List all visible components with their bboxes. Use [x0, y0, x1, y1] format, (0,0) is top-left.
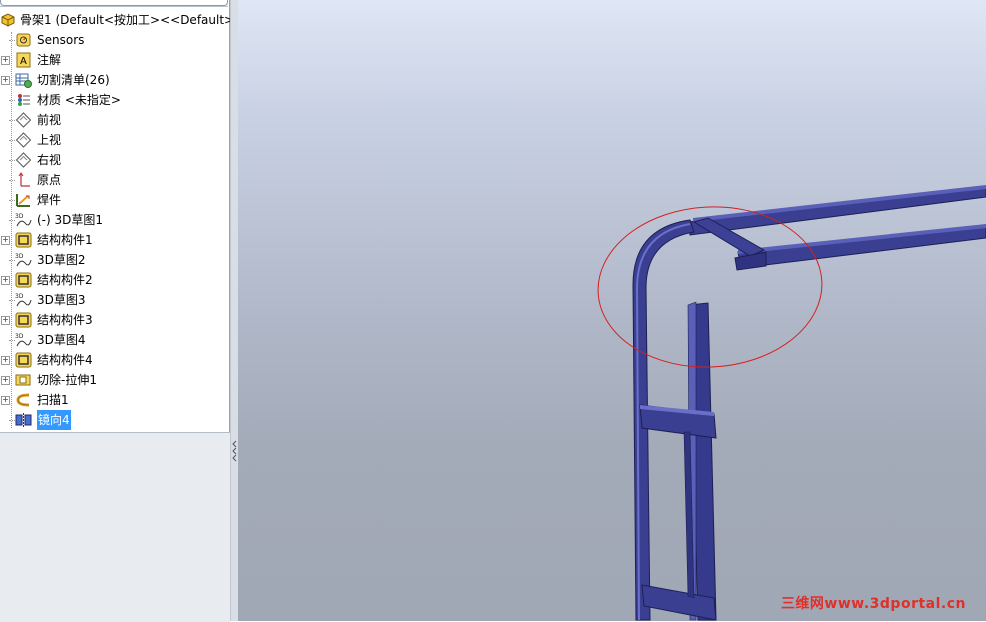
- tree-item[interactable]: + 扫描1: [0, 390, 230, 410]
- watermark-text: 三维网www.3dportal.cn: [780, 596, 966, 612]
- cut-list-icon: [15, 72, 32, 88]
- tree-item-label: 3D草图2: [37, 253, 86, 267]
- tree-item[interactable]: + 切除-拉伸1: [0, 370, 230, 390]
- expand-toggle-icon[interactable]: +: [1, 376, 10, 385]
- sweep-icon: [15, 392, 32, 408]
- sensors-icon: [15, 32, 32, 48]
- origin-icon: [15, 172, 32, 188]
- annotations-icon: A: [15, 52, 32, 68]
- structural-member-icon: [15, 272, 32, 288]
- expand-toggle-icon[interactable]: +: [1, 76, 10, 85]
- expand-toggle-icon[interactable]: +: [1, 56, 10, 65]
- tree-item-label: 材质 <未指定>: [37, 93, 121, 107]
- feature-manager-panel: 骨架1 (Default<按加工><<Default>_ Sensors + A 注解…: [0, 0, 240, 622]
- tree-item-label: 原点: [37, 173, 62, 187]
- tree-item-label: 扫描1: [37, 393, 69, 407]
- tree-item[interactable]: 右视: [0, 150, 230, 170]
- plane-icon: [15, 132, 32, 148]
- 3d-sketch-icon: 3D: [15, 332, 32, 348]
- structural-member-icon: [15, 232, 32, 248]
- tree-item-label: 右视: [37, 153, 62, 167]
- plane-icon: [15, 152, 32, 168]
- tree-item-label: Sensors: [37, 33, 85, 47]
- tree-item[interactable]: 3D (-) 3D草图1: [0, 210, 230, 230]
- tree-item[interactable]: 3D 3D草图4: [0, 330, 230, 350]
- 3d-sketch-icon: 3D: [15, 252, 32, 268]
- tree-item[interactable]: 原点: [0, 170, 230, 190]
- structural-member-icon: [15, 352, 32, 368]
- cut-extrude-icon: [15, 372, 32, 388]
- tree-item[interactable]: + 结构构件4: [0, 350, 230, 370]
- tree-item[interactable]: + 切割清单(26): [0, 70, 230, 90]
- tree-item[interactable]: 3D 3D草图3: [0, 290, 230, 310]
- tree-item[interactable]: 焊件: [0, 190, 230, 210]
- expand-toggle-icon[interactable]: +: [1, 356, 10, 365]
- tree-item-label: 焊件: [37, 193, 62, 207]
- expand-toggle-icon[interactable]: +: [1, 236, 10, 245]
- graphics-area[interactable]: 三维网www.3dportal.cn: [238, 0, 986, 621]
- weldment-icon: [15, 192, 32, 208]
- panel-tab-strip: [0, 0, 228, 7]
- panel-empty-area: [0, 432, 230, 622]
- svg-text:3D: 3D: [15, 333, 24, 340]
- svg-text:3D: 3D: [15, 293, 24, 300]
- tree-item[interactable]: Sensors: [0, 30, 230, 50]
- weldment-frame-model[interactable]: [238, 0, 986, 621]
- expand-toggle-icon[interactable]: +: [1, 276, 10, 285]
- tree-item[interactable]: 镜向4: [0, 410, 230, 430]
- tree-item-label: 结构构件4: [37, 353, 93, 367]
- tree-item[interactable]: + 结构构件2: [0, 270, 230, 290]
- tree-root-label: 骨架1 (Default<按加工><<Default>_: [20, 13, 241, 27]
- tree-item-label: 注解: [37, 53, 62, 67]
- tree-item[interactable]: 上视: [0, 130, 230, 150]
- 3d-sketch-icon: 3D: [15, 292, 32, 308]
- tree-item-label: 结构构件1: [37, 233, 93, 247]
- expand-toggle-icon[interactable]: +: [1, 316, 10, 325]
- 3d-sketch-icon: 3D: [15, 212, 32, 228]
- material-icon: [15, 92, 32, 108]
- mirror-icon: [15, 412, 32, 428]
- tree-item[interactable]: 前视: [0, 110, 230, 130]
- tree-item-label: 镜向4: [37, 410, 71, 430]
- svg-text:A: A: [20, 56, 27, 67]
- tree-item[interactable]: + A 注解: [0, 50, 230, 70]
- tree-item-label: 前视: [37, 113, 62, 127]
- tree-item-label: 切割清单(26): [37, 73, 110, 87]
- structural-member-icon: [15, 312, 32, 328]
- panel-tab[interactable]: [0, 0, 228, 6]
- tree-item-label: 上视: [37, 133, 62, 147]
- tree-root-part[interactable]: 骨架1 (Default<按加工><<Default>_: [0, 10, 240, 30]
- tree-item-label: (-) 3D草图1: [37, 213, 104, 227]
- part-icon: [0, 12, 17, 28]
- tree-item[interactable]: + 结构构件3: [0, 310, 230, 330]
- tree-item-label: 3D草图3: [37, 293, 86, 307]
- tree-item[interactable]: 3D 3D草图2: [0, 250, 230, 270]
- tree-item-label: 结构构件2: [37, 273, 93, 287]
- svg-text:3D: 3D: [15, 213, 24, 220]
- tree-item[interactable]: + 结构构件1: [0, 230, 230, 250]
- tree-item[interactable]: 材质 <未指定>: [0, 90, 230, 110]
- plane-icon: [15, 112, 32, 128]
- expand-toggle-icon[interactable]: +: [1, 396, 10, 405]
- svg-text:3D: 3D: [15, 253, 24, 260]
- tree-item-label: 结构构件3: [37, 313, 93, 327]
- tree-item-label: 切除-拉伸1: [37, 373, 97, 387]
- tree-item-label: 3D草图4: [37, 333, 86, 347]
